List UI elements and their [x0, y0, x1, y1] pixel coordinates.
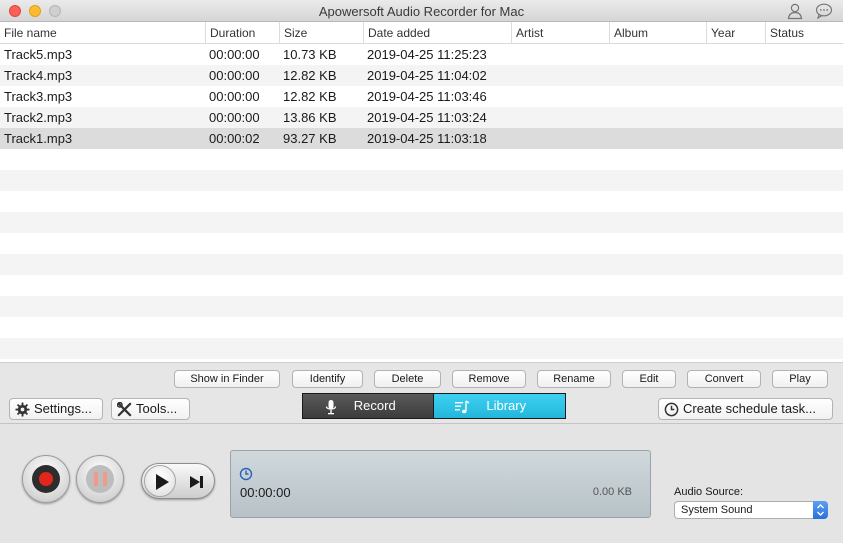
create-schedule-task-button[interactable]: Create schedule task...: [658, 398, 833, 420]
pause-button[interactable]: [76, 455, 124, 503]
column-header-size[interactable]: Size: [279, 22, 363, 44]
audio-source-label: Audio Source:: [674, 486, 744, 498]
column-header-year[interactable]: Year: [706, 22, 765, 44]
cell-date-added: 2019-04-25 11:03:24: [367, 110, 487, 125]
empty-row: [0, 170, 843, 191]
cell-date-added: 2019-04-25 11:03:18: [367, 131, 487, 146]
column-header-file-name[interactable]: File name: [0, 22, 205, 44]
pause-bar: [103, 472, 107, 486]
title-bar: Apowersoft Audio Recorder for Mac: [0, 0, 843, 22]
remove-button[interactable]: Remove: [452, 370, 526, 388]
window-title: Apowersoft Audio Recorder for Mac: [318, 4, 525, 19]
table-row[interactable]: Track4.mp3 00:00:00 12.82 KB 2019-04-25 …: [0, 65, 843, 86]
cell-size: 12.82 KB: [283, 68, 337, 83]
schedule-label: Create schedule task...: [683, 401, 816, 416]
convert-button[interactable]: Convert: [687, 370, 761, 388]
column-header-artist[interactable]: Artist: [511, 22, 609, 44]
cell-date-added: 2019-04-25 11:04:02: [367, 68, 487, 83]
empty-row: [0, 254, 843, 275]
cell-duration: 00:00:00: [209, 110, 260, 125]
playback-controls: [141, 463, 215, 499]
rename-button[interactable]: Rename: [537, 370, 611, 388]
library-table: File name Duration Size Date added Artis…: [0, 22, 843, 362]
table-body: Track5.mp3 00:00:00 10.73 KB 2019-04-25 …: [0, 44, 843, 359]
recorder-panel: 00:00:00 0.00 KB Audio Source: System So…: [0, 424, 843, 543]
cell-file-name: Track2.mp3: [4, 110, 73, 125]
identify-button[interactable]: Identify: [292, 370, 363, 388]
play-pause-button[interactable]: [144, 465, 176, 497]
cell-file-name: Track4.mp3: [4, 68, 73, 83]
cell-size: 93.27 KB: [283, 131, 337, 146]
column-header-duration[interactable]: Duration: [205, 22, 279, 44]
gear-icon: [15, 402, 30, 417]
pause-icon: [86, 465, 114, 493]
empty-row: [0, 149, 843, 170]
select-arrows-icon: [813, 501, 828, 519]
view-switcher: Record Library: [302, 393, 566, 419]
cell-date-added: 2019-04-25 11:25:23: [367, 47, 487, 62]
recording-display: 00:00:00 0.00 KB: [230, 450, 651, 518]
tools-button[interactable]: Tools...: [111, 398, 190, 420]
cell-duration: 00:00:00: [209, 47, 260, 62]
tab-record[interactable]: Record: [303, 394, 434, 418]
cell-size: 13.86 KB: [283, 110, 337, 125]
pause-bar: [94, 472, 98, 486]
elapsed-time: 00:00:00: [240, 485, 291, 500]
record-button[interactable]: [22, 455, 70, 503]
settings-label: Settings...: [34, 401, 92, 416]
play-icon: [156, 474, 169, 490]
music-note-icon: [454, 400, 469, 414]
record-dot: [39, 472, 53, 486]
cell-duration: 00:00:02: [209, 131, 260, 146]
cell-duration: 00:00:00: [209, 68, 260, 83]
record-tab-label: Record: [353, 398, 396, 413]
chat-icon[interactable]: [815, 2, 833, 20]
cell-file-name: Track5.mp3: [4, 47, 73, 62]
skip-next-icon[interactable]: [188, 474, 206, 490]
tab-library[interactable]: Library: [433, 394, 565, 418]
column-header-date-added[interactable]: Date added: [363, 22, 511, 44]
table-row[interactable]: Track2.mp3 00:00:00 13.86 KB 2019-04-25 …: [0, 107, 843, 128]
user-icon[interactable]: [786, 2, 804, 20]
play-button[interactable]: Play: [772, 370, 828, 388]
empty-row: [0, 275, 843, 296]
empty-row: [0, 233, 843, 254]
clock-icon: [664, 402, 679, 417]
edit-button[interactable]: Edit: [622, 370, 676, 388]
cell-duration: 00:00:00: [209, 89, 260, 104]
recording-file-size: 0.00 KB: [592, 486, 632, 498]
table-row[interactable]: Track5.mp3 00:00:00 10.73 KB 2019-04-25 …: [0, 44, 843, 65]
cell-size: 10.73 KB: [283, 47, 337, 62]
audio-source-select[interactable]: System Sound: [674, 501, 828, 519]
settings-button[interactable]: Settings...: [9, 398, 103, 420]
tools-label: Tools...: [136, 401, 178, 416]
empty-row: [0, 296, 843, 317]
cell-file-name: Track3.mp3: [4, 89, 73, 104]
cell-size: 12.82 KB: [283, 89, 337, 104]
cell-file-name: Track1.mp3: [4, 131, 73, 146]
cell-date-added: 2019-04-25 11:03:46: [367, 89, 487, 104]
column-header-album[interactable]: Album: [609, 22, 706, 44]
action-bar: Show in Finder Identify Delete Remove Re…: [0, 362, 843, 392]
empty-row: [0, 191, 843, 212]
table-row-selected[interactable]: Track1.mp3 00:00:02 93.27 KB 2019-04-25 …: [0, 128, 843, 149]
table-row[interactable]: Track3.mp3 00:00:00 12.82 KB 2019-04-25 …: [0, 86, 843, 107]
audio-source-value: System Sound: [681, 504, 753, 516]
microphone-icon: [325, 400, 337, 415]
empty-row: [0, 338, 843, 359]
tools-icon: [117, 402, 132, 417]
column-header-status[interactable]: Status: [765, 22, 843, 44]
table-header: File name Duration Size Date added Artis…: [0, 22, 843, 44]
delete-button[interactable]: Delete: [374, 370, 441, 388]
show-in-finder-button[interactable]: Show in Finder: [174, 370, 280, 388]
library-tab-label: Library: [486, 398, 527, 413]
empty-row: [0, 212, 843, 233]
empty-row: [0, 317, 843, 338]
clock-icon: [239, 467, 253, 481]
